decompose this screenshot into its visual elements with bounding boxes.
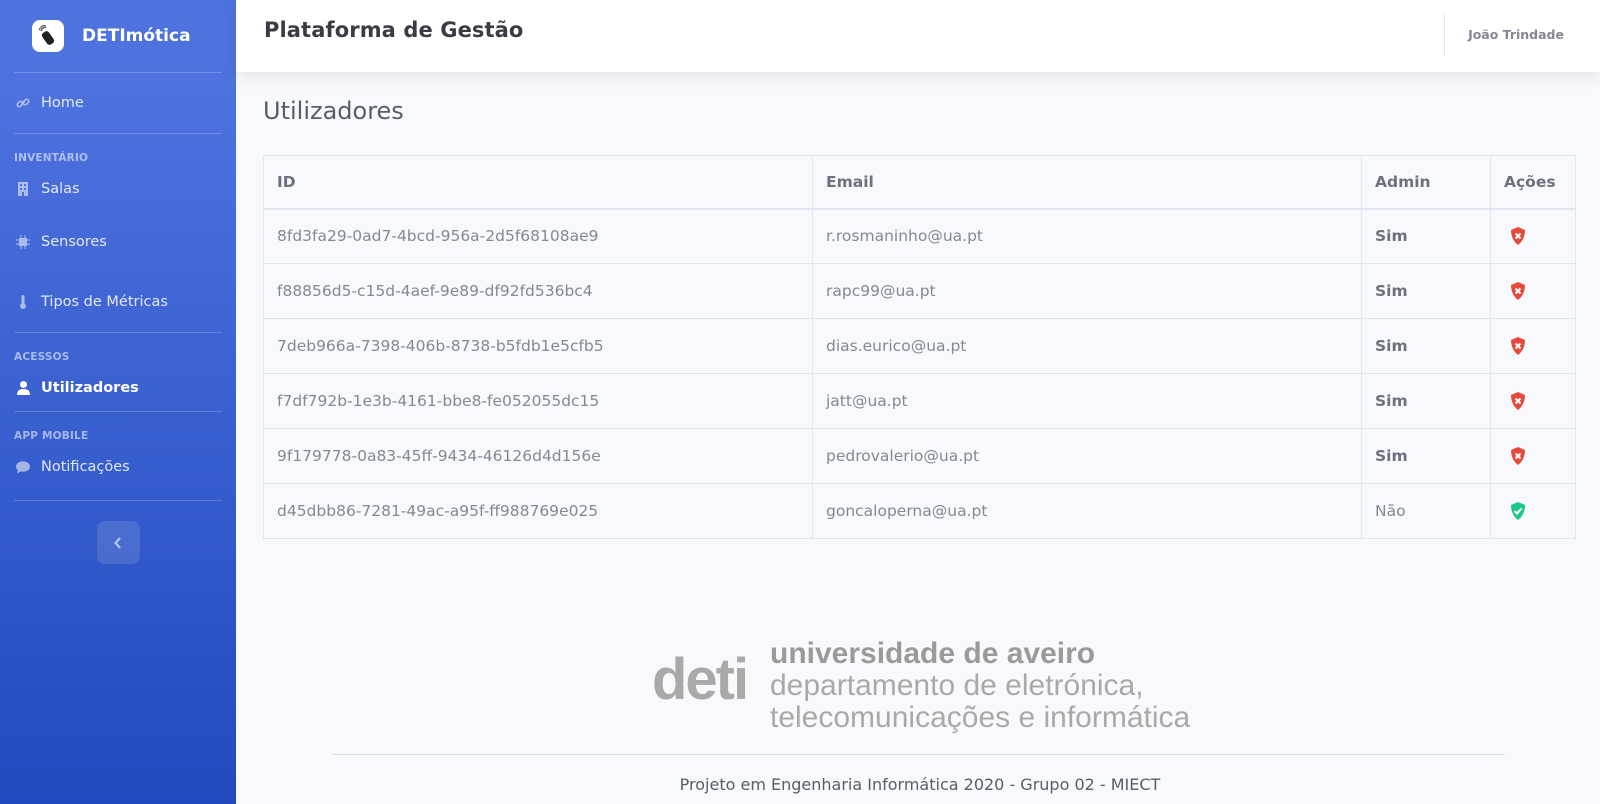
deti-logo-text: universidade de aveiro departamento de e… bbox=[770, 638, 1190, 734]
table-row: f7df792b-1e3b-4161-bbe8-fe052055dc15 jat… bbox=[263, 373, 1576, 429]
sidebar-item-utilizadores[interactable]: Utilizadores bbox=[0, 365, 236, 411]
sidebar: DETImótica Home INVENTÁRIO Salas Sensore… bbox=[0, 0, 236, 804]
deti-logo-mark: deti bbox=[652, 647, 749, 712]
sidebar-item-label: Salas bbox=[41, 181, 80, 197]
cell-admin: Sim bbox=[1361, 428, 1491, 484]
thermometer-icon bbox=[16, 295, 30, 309]
cell-id: f88856d5-c15d-4aef-9e89-df92fd536bc4 bbox=[263, 263, 813, 319]
shield-x-icon[interactable] bbox=[1509, 336, 1527, 356]
users-table: ID Email Admin Ações 8fd3fa29-0ad7-4bcd-… bbox=[263, 155, 1576, 539]
table-header-row: ID Email Admin Ações bbox=[263, 155, 1576, 210]
cell-actions bbox=[1490, 263, 1576, 319]
sidebar-item-label: Utilizadores bbox=[41, 380, 139, 396]
table-row: f88856d5-c15d-4aef-9e89-df92fd536bc4 rap… bbox=[263, 263, 1576, 319]
deti-logo: deti universidade de aveiro departamento… bbox=[652, 636, 1192, 736]
cell-actions bbox=[1490, 208, 1576, 264]
table-row: 8fd3fa29-0ad7-4bcd-956a-2d5f68108ae9 r.r… bbox=[263, 208, 1576, 264]
sidebar-item-tipos-metricas[interactable]: Tipos de Métricas bbox=[0, 272, 236, 332]
cell-admin: Sim bbox=[1361, 318, 1491, 374]
topbar-divider bbox=[1444, 14, 1445, 56]
deti-logo-line: departamento de eletrónica, bbox=[770, 669, 1144, 702]
cell-actions bbox=[1490, 373, 1576, 429]
sidebar-toggle-button[interactable] bbox=[96, 521, 140, 564]
chip-icon bbox=[16, 235, 30, 249]
sidebar-brand[interactable]: DETImótica bbox=[0, 0, 236, 72]
sidebar-item-home[interactable]: Home bbox=[0, 73, 236, 133]
building-icon bbox=[16, 182, 30, 196]
sidebar-item-label: Tipos de Métricas bbox=[41, 294, 168, 310]
brand-logo-icon bbox=[32, 20, 64, 52]
page-title: Utilizadores bbox=[263, 97, 404, 125]
comment-icon bbox=[16, 460, 30, 474]
cell-actions bbox=[1490, 318, 1576, 374]
deti-logo-line: universidade de aveiro bbox=[770, 637, 1096, 670]
column-header-admin: Admin bbox=[1361, 155, 1491, 210]
cell-email: jatt@ua.pt bbox=[812, 373, 1362, 429]
shield-x-icon[interactable] bbox=[1509, 391, 1527, 411]
cell-id: 7deb966a-7398-406b-8738-b5fdb1e5cfb5 bbox=[263, 318, 813, 374]
cell-id: 8fd3fa29-0ad7-4bcd-956a-2d5f68108ae9 bbox=[263, 208, 813, 264]
cell-actions bbox=[1490, 483, 1576, 539]
table-row: 7deb966a-7398-406b-8738-b5fdb1e5cfb5 dia… bbox=[263, 318, 1576, 374]
cell-id: d45dbb86-7281-49ac-a95f-ff988769e025 bbox=[263, 483, 813, 539]
column-header-email: Email bbox=[812, 155, 1362, 210]
cell-email: r.rosmaninho@ua.pt bbox=[812, 208, 1362, 264]
table-row: d45dbb86-7281-49ac-a95f-ff988769e025 gon… bbox=[263, 483, 1576, 539]
topbar-title: Plataforma de Gestão bbox=[264, 18, 524, 42]
brand-name: DETImótica bbox=[82, 26, 191, 46]
user-icon bbox=[16, 381, 30, 395]
cell-admin: Sim bbox=[1361, 373, 1491, 429]
cell-email: dias.eurico@ua.pt bbox=[812, 318, 1362, 374]
user-menu[interactable]: João Trindade bbox=[1468, 27, 1564, 42]
link-icon bbox=[16, 96, 30, 110]
shield-x-icon[interactable] bbox=[1509, 226, 1527, 246]
cell-admin: Sim bbox=[1361, 263, 1491, 319]
sidebar-item-sensores[interactable]: Sensores bbox=[0, 212, 236, 272]
sidebar-item-label: Home bbox=[41, 95, 84, 111]
column-header-acoes: Ações bbox=[1490, 155, 1576, 210]
sidebar-heading-acessos: ACESSOS bbox=[14, 351, 70, 363]
footer-text: Projeto em Engenharia Informática 2020 -… bbox=[679, 775, 1161, 794]
table-row: 9f179778-0a83-45ff-9434-46126d4d156e ped… bbox=[263, 428, 1576, 484]
cell-admin: Sim bbox=[1361, 208, 1491, 264]
sidebar-item-salas[interactable]: Salas bbox=[0, 166, 236, 212]
sidebar-item-label: Sensores bbox=[41, 234, 107, 250]
sidebar-divider bbox=[14, 500, 222, 501]
cell-admin: Não bbox=[1361, 483, 1491, 539]
column-header-id: ID bbox=[263, 155, 813, 210]
sidebar-heading-app-mobile: APP MOBILE bbox=[14, 430, 89, 442]
cell-actions bbox=[1490, 428, 1576, 484]
shield-x-icon[interactable] bbox=[1509, 281, 1527, 301]
shield-check-icon[interactable] bbox=[1509, 501, 1527, 521]
cell-id: 9f179778-0a83-45ff-9434-46126d4d156e bbox=[263, 428, 813, 484]
chevron-left-icon bbox=[114, 536, 121, 549]
sidebar-item-notificacoes[interactable]: Notificações bbox=[0, 444, 236, 490]
sidebar-item-label: Notificações bbox=[41, 459, 130, 475]
footer-divider bbox=[333, 754, 1505, 755]
cell-id: f7df792b-1e3b-4161-bbe8-fe052055dc15 bbox=[263, 373, 813, 429]
cell-email: pedrovalerio@ua.pt bbox=[812, 428, 1362, 484]
sidebar-heading-inventario: INVENTÁRIO bbox=[14, 152, 89, 164]
shield-x-icon[interactable] bbox=[1509, 446, 1527, 466]
deti-logo-line: telecomunicações e informática bbox=[770, 701, 1191, 734]
cell-email: rapc99@ua.pt bbox=[812, 263, 1362, 319]
cell-email: goncaloperna@ua.pt bbox=[812, 483, 1362, 539]
topbar: Plataforma de Gestão João Trindade bbox=[236, 0, 1600, 72]
